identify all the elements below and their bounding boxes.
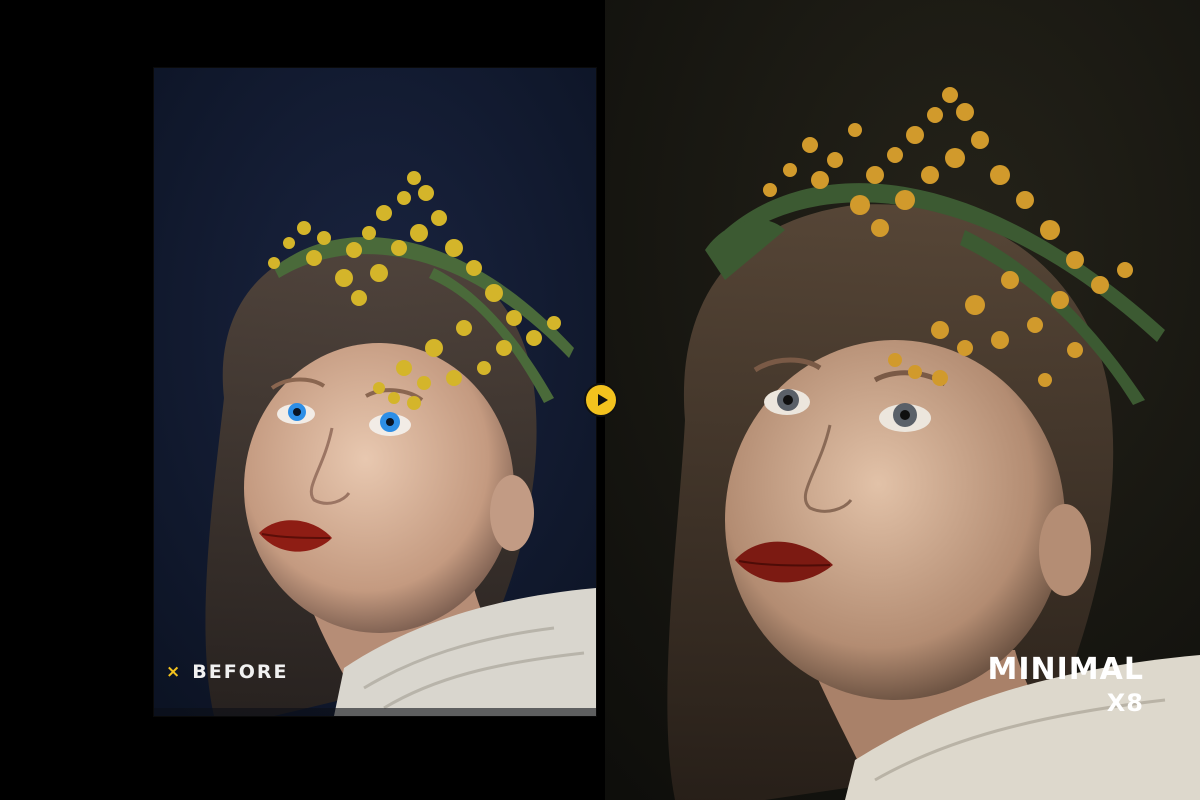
before-label: × BEFORE [166, 660, 288, 684]
compare-play-button[interactable] [584, 383, 618, 417]
comparison-scene: × BEFORE MINIMAL X8 [0, 0, 1200, 800]
preset-title: MINIMAL X8 [987, 652, 1144, 717]
before-label-text: BEFORE [192, 661, 289, 683]
before-portrait-illustration [154, 68, 596, 716]
play-icon [597, 394, 608, 406]
preset-name: MINIMAL [987, 652, 1144, 687]
before-photo [154, 68, 596, 716]
x-mark-icon: × [166, 661, 183, 682]
preset-count: X8 [1106, 689, 1144, 717]
